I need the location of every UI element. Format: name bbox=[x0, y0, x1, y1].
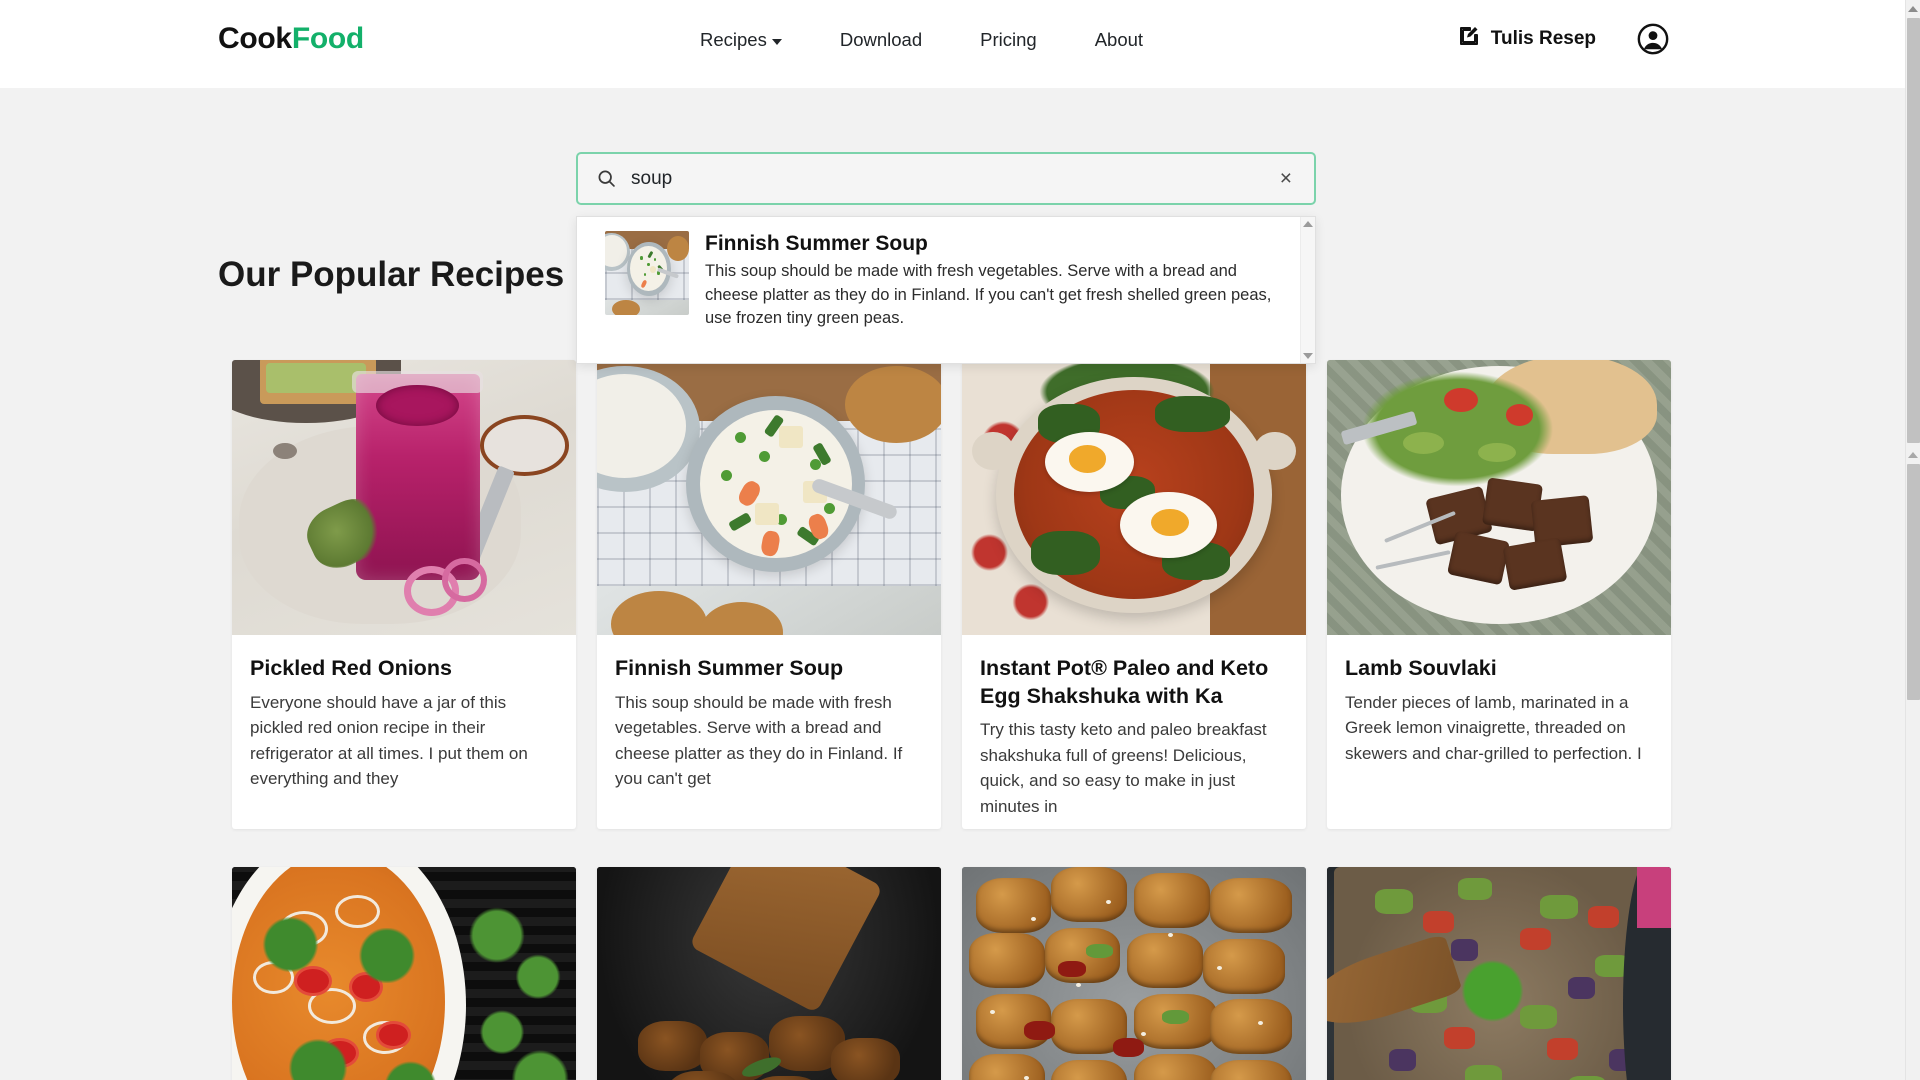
write-recipe-label: Tulis Resep bbox=[1490, 28, 1596, 49]
logo-text-primary: Cook bbox=[218, 22, 292, 55]
suggestion-thumbnail bbox=[605, 231, 689, 315]
recipe-image bbox=[597, 867, 941, 1080]
nav-item-pricing[interactable]: Pricing bbox=[980, 29, 1037, 51]
recipe-title: Lamb Souvlaki bbox=[1345, 656, 1497, 680]
recipe-image bbox=[597, 360, 941, 635]
logo-text-accent: Food bbox=[291, 22, 364, 55]
recipe-description: Try this tasty keto and paleo breakfast … bbox=[980, 720, 1267, 816]
main-navigation: Recipes Download Pricing About bbox=[700, 29, 1143, 51]
recipe-image bbox=[1327, 360, 1671, 635]
suggestion-item[interactable]: Finnish Summer Soup This soup should be … bbox=[577, 231, 1300, 330]
triangle-down-icon[interactable] bbox=[1303, 353, 1313, 359]
search-box[interactable]: × bbox=[576, 152, 1316, 205]
nav-item-recipes[interactable]: Recipes bbox=[700, 29, 782, 51]
recipe-description: Everyone should have a jar of this pickl… bbox=[250, 692, 528, 789]
nav-label-download: Download bbox=[839, 29, 923, 50]
page-viewport: CookFood Recipes Download Pricing About bbox=[0, 0, 1920, 1080]
nav-item-about[interactable]: About bbox=[1095, 29, 1143, 51]
recipe-description: Tender pieces of lamb, marinated in a Gr… bbox=[1345, 692, 1642, 763]
recipe-card[interactable]: Pickled Red Onions Everyone should have … bbox=[232, 360, 576, 830]
scrollbar-thumb-lower[interactable] bbox=[1907, 464, 1920, 700]
header-actions: Tulis Resep bbox=[1459, 22, 1905, 56]
search-icon bbox=[596, 168, 617, 189]
recipe-card[interactable]: Lamb Souvlaki Tender pieces of lamb, mar… bbox=[1327, 360, 1671, 830]
site-header: CookFood Recipes Download Pricing About bbox=[0, 0, 1905, 88]
recipe-description: This soup should be made with fresh vege… bbox=[615, 692, 903, 789]
recipe-card[interactable] bbox=[962, 867, 1306, 1080]
recipe-title: Instant Pot® Paleo and Keto Egg Shakshuk… bbox=[980, 656, 1269, 708]
scrollbar-thumb[interactable] bbox=[1907, 18, 1920, 443]
recipe-card[interactable] bbox=[1327, 867, 1671, 1080]
scrollbar-up-arrow-icon[interactable] bbox=[1908, 6, 1918, 12]
write-recipe-button[interactable]: Tulis Resep bbox=[1457, 24, 1596, 54]
recipe-card-body: Instant Pot® Paleo and Keto Egg Shakshuk… bbox=[962, 635, 1306, 829]
vertical-scrollbar[interactable] bbox=[1905, 0, 1920, 1080]
scrollbar-mid-arrow-icon bbox=[1908, 452, 1918, 458]
recipe-image bbox=[962, 360, 1306, 635]
page-title: Our Popular Recipes bbox=[218, 255, 565, 294]
clear-search-button[interactable]: × bbox=[1276, 166, 1296, 191]
triangle-up-icon[interactable] bbox=[1303, 221, 1313, 227]
recipe-image bbox=[962, 867, 1306, 1080]
suggestion-list: Finnish Summer Soup This soup should be … bbox=[577, 217, 1300, 363]
pencil-square-icon bbox=[1457, 24, 1481, 54]
chevron-down-icon bbox=[771, 39, 782, 45]
recipe-card-body: Finnish Summer Soup This soup should be … bbox=[597, 635, 941, 814]
search-suggestions-dropdown: Finnish Summer Soup This soup should be … bbox=[576, 216, 1316, 364]
recipe-card-body: Lamb Souvlaki Tender pieces of lamb, mar… bbox=[1327, 635, 1671, 788]
search-input[interactable] bbox=[631, 167, 1276, 190]
recipe-title: Pickled Red Onions bbox=[250, 656, 452, 680]
search-area: × bbox=[576, 152, 1316, 364]
recipe-card[interactable] bbox=[232, 867, 576, 1080]
nav-label-about: About bbox=[1094, 29, 1144, 50]
nav-label-recipes: Recipes bbox=[700, 29, 767, 50]
suggestion-text: Finnish Summer Soup This soup should be … bbox=[705, 231, 1286, 330]
recipe-grid: Pickled Red Onions Everyone should have … bbox=[232, 360, 1672, 1080]
recipe-image bbox=[232, 360, 576, 635]
recipe-image bbox=[232, 867, 576, 1080]
dropdown-scrollbar[interactable] bbox=[1300, 217, 1315, 363]
account-circle-icon[interactable] bbox=[1636, 22, 1670, 56]
recipe-image bbox=[1327, 867, 1671, 1080]
recipe-title: Finnish Summer Soup bbox=[615, 656, 844, 680]
recipe-card[interactable]: Instant Pot® Paleo and Keto Egg Shakshuk… bbox=[962, 360, 1306, 830]
suggestion-description: This soup should be made with fresh vege… bbox=[705, 262, 1272, 327]
site-logo[interactable]: CookFood bbox=[218, 22, 364, 56]
suggestion-title: Finnish Summer Soup bbox=[705, 232, 928, 255]
recipe-card[interactable]: Finnish Summer Soup This soup should be … bbox=[597, 360, 941, 830]
nav-label-pricing: Pricing bbox=[980, 29, 1037, 50]
recipe-card[interactable] bbox=[597, 867, 941, 1080]
nav-item-download[interactable]: Download bbox=[840, 29, 922, 51]
recipe-card-body: Pickled Red Onions Everyone should have … bbox=[232, 635, 576, 814]
